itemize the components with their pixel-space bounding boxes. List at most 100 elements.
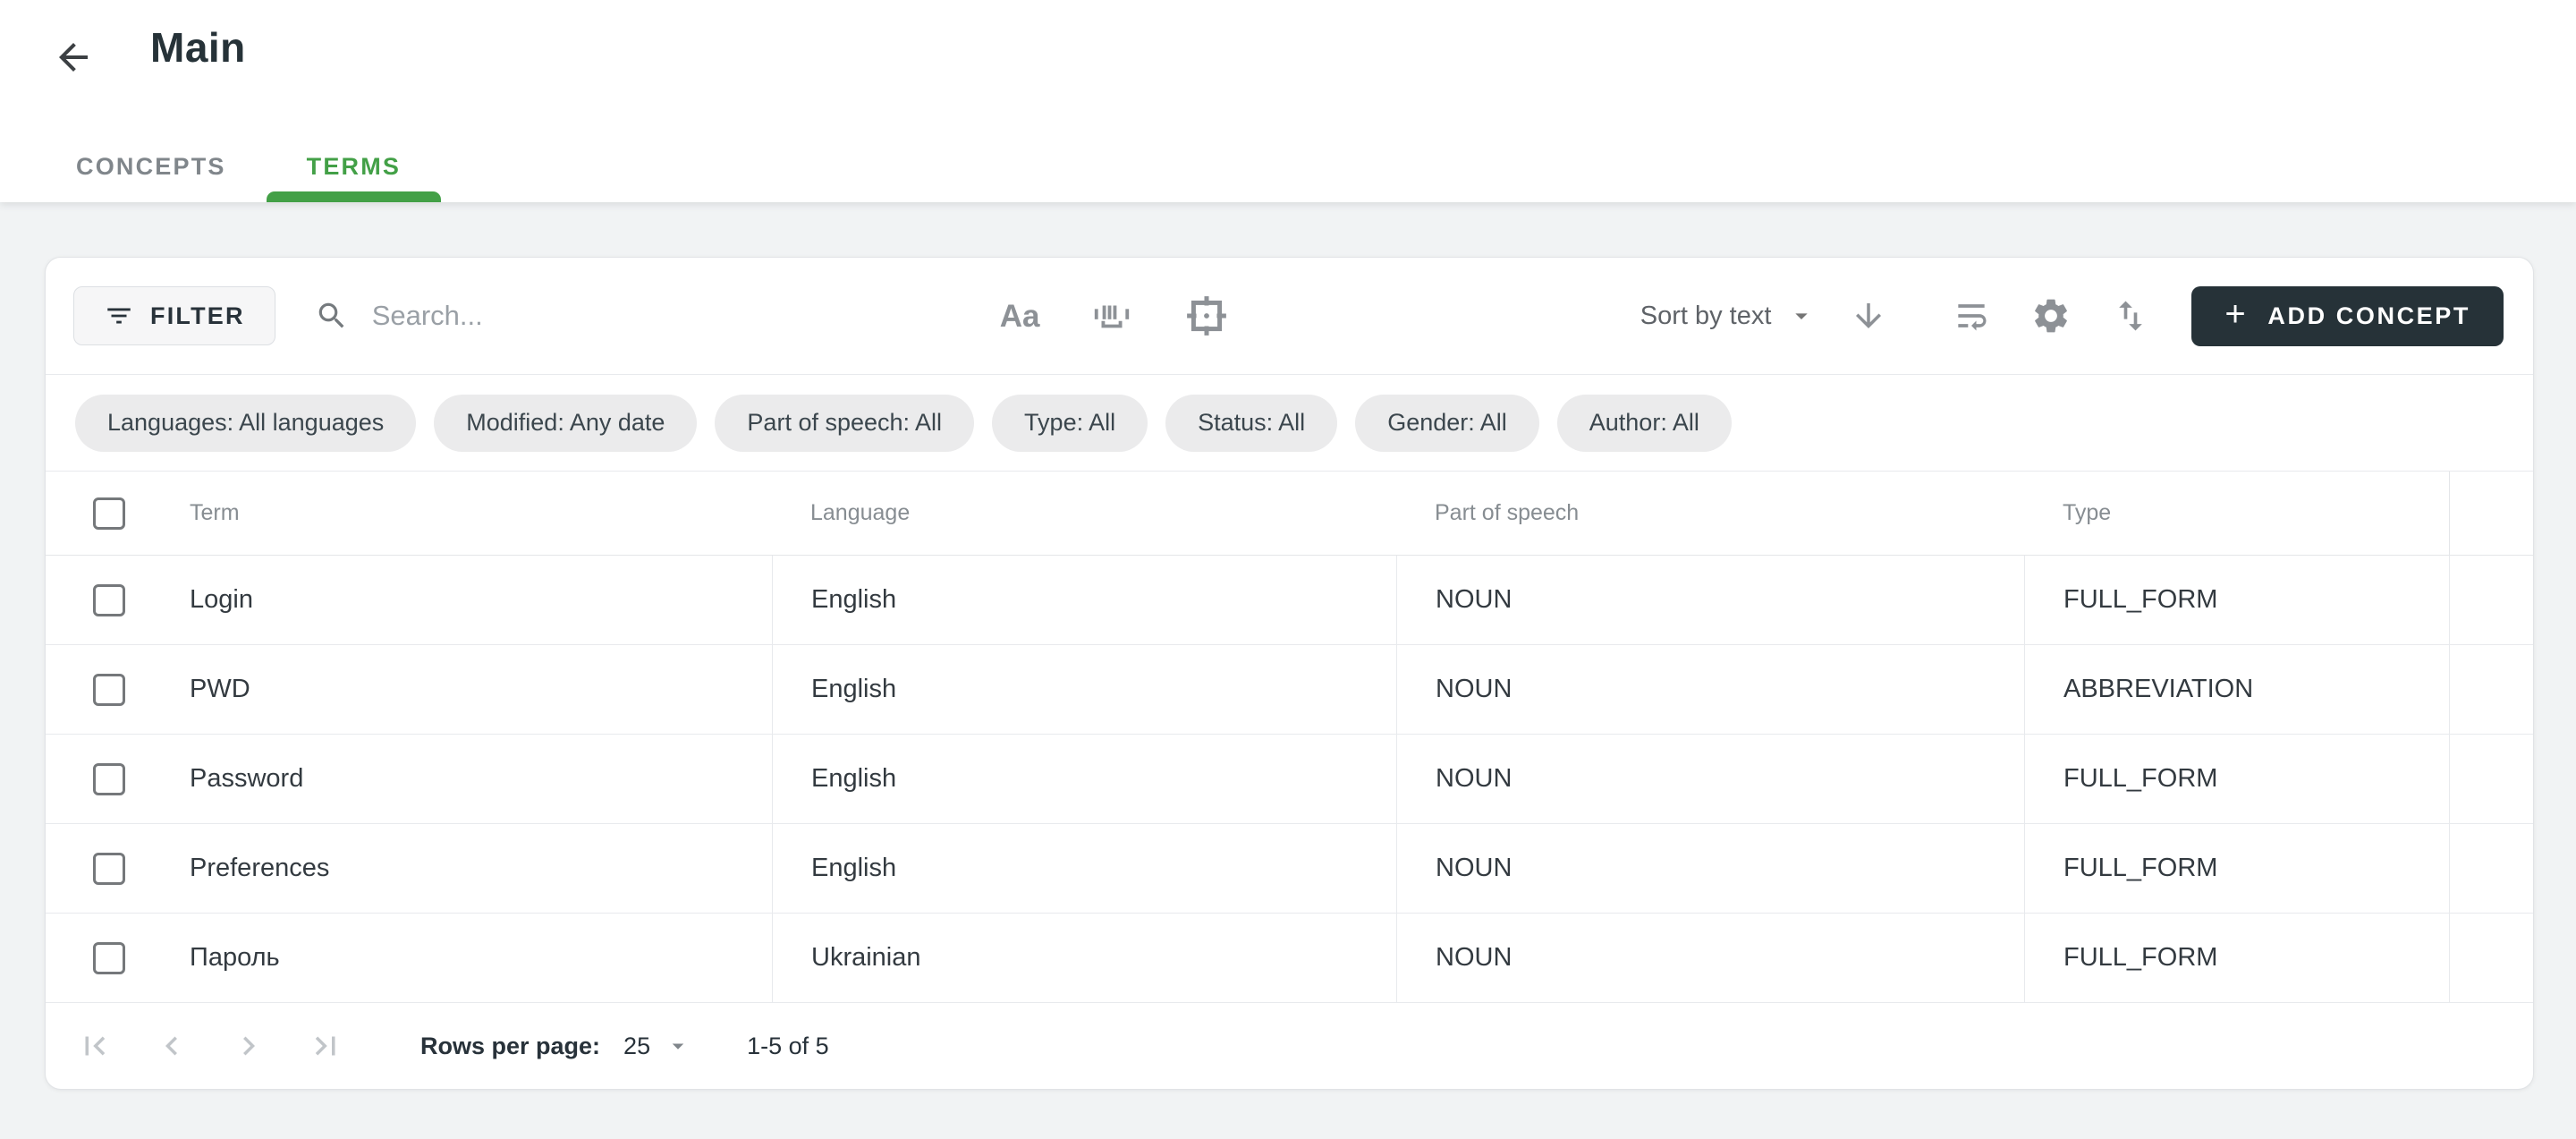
row-spacer xyxy=(2449,914,2533,1002)
plus-icon: + xyxy=(2224,296,2248,332)
prev-page-button[interactable] xyxy=(152,1026,191,1066)
chip-modified[interactable]: Modified: Any date xyxy=(434,395,697,452)
tab-bar: CONCEPTS TERMS xyxy=(36,131,441,202)
type-cell: ABBREVIATION xyxy=(2024,645,2449,734)
row-spacer xyxy=(2449,824,2533,913)
term-value: Login xyxy=(125,585,253,615)
type-cell: FULL_FORM xyxy=(2024,914,2449,1002)
term-cell: Preferences xyxy=(46,824,772,913)
row-checkbox[interactable] xyxy=(93,763,125,795)
page-title: Main xyxy=(150,23,246,72)
table-header-term-cell: Term xyxy=(46,497,772,530)
rows-per-page-value: 25 xyxy=(623,1033,650,1060)
sort-by-label: Sort by text xyxy=(1640,302,1772,331)
sort-by-dropdown[interactable]: Sort by text xyxy=(1640,302,1817,331)
column-header-type: Type xyxy=(2024,500,2449,526)
chevron-right-icon xyxy=(230,1027,267,1065)
match-case-icon[interactable]: Aa xyxy=(1000,301,1040,332)
term-value: Пароль xyxy=(125,943,280,973)
row-checkbox[interactable] xyxy=(93,853,125,885)
row-checkbox[interactable] xyxy=(93,674,125,706)
language-cell: English xyxy=(772,645,1396,734)
chip-status[interactable]: Status: All xyxy=(1165,395,1337,452)
part-of-speech-cell: NOUN xyxy=(1396,735,2024,823)
row-spacer xyxy=(2449,645,2533,734)
last-page-icon xyxy=(307,1027,344,1065)
chip-languages[interactable]: Languages: All languages xyxy=(75,395,416,452)
term-value: Preferences xyxy=(125,854,329,883)
next-page-button[interactable] xyxy=(229,1026,268,1066)
term-cell: Пароль xyxy=(46,914,772,1002)
table-row[interactable]: Пароль Ukrainian NOUN FULL_FORM xyxy=(46,914,2533,1003)
chip-gender[interactable]: Gender: All xyxy=(1355,395,1539,452)
filter-chips-row: Languages: All languages Modified: Any d… xyxy=(46,375,2533,472)
tab-concepts[interactable]: CONCEPTS xyxy=(36,131,267,202)
wrap-text-button[interactable] xyxy=(1952,296,1991,336)
table-row[interactable]: PWD English NOUN ABBREVIATION xyxy=(46,645,2533,735)
column-header-term: Term xyxy=(125,500,240,526)
arrow-left-icon xyxy=(52,36,95,79)
pagination-bar: Rows per page: 25 1-5 of 5 xyxy=(46,1003,2533,1089)
rows-per-page-select[interactable]: 25 xyxy=(623,1033,691,1060)
chevron-down-icon xyxy=(650,1033,691,1059)
language-cell: English xyxy=(772,735,1396,823)
chip-author[interactable]: Author: All xyxy=(1557,395,1732,452)
swap-vert-icon xyxy=(2111,296,2150,336)
language-cell: English xyxy=(772,556,1396,644)
back-button[interactable] xyxy=(48,32,98,82)
search-icon xyxy=(315,299,349,333)
filter-icon xyxy=(104,301,134,331)
part-of-speech-cell: NOUN xyxy=(1396,645,2024,734)
search-options: Aa xyxy=(1000,293,1230,338)
import-export-button[interactable] xyxy=(2111,296,2150,336)
type-cell: FULL_FORM xyxy=(2024,735,2449,823)
term-cell: PWD xyxy=(46,645,772,734)
column-header-part-of-speech: Part of speech xyxy=(1396,500,2024,526)
sort-direction-button[interactable] xyxy=(1850,297,1887,335)
toolbar-right: Sort by text xyxy=(1640,286,2504,346)
toolbar: FILTER Aa xyxy=(46,258,2533,375)
table-header-spacer xyxy=(2449,472,2533,555)
chevron-down-icon xyxy=(1771,302,1816,330)
term-cell: Login xyxy=(46,556,772,644)
table-row[interactable]: Preferences English NOUN FULL_FORM xyxy=(46,824,2533,914)
term-value: Password xyxy=(125,764,303,794)
search-box xyxy=(315,299,1000,333)
tab-terms-label: TERMS xyxy=(307,153,402,181)
rows-per-page-label: Rows per page: xyxy=(420,1033,600,1060)
table-row[interactable]: Password English NOUN FULL_FORM xyxy=(46,735,2533,824)
top-header: Main CONCEPTS TERMS xyxy=(0,0,2576,202)
table-row[interactable]: Login English NOUN FULL_FORM xyxy=(46,556,2533,645)
settings-button[interactable] xyxy=(2030,295,2072,336)
row-checkbox[interactable] xyxy=(93,942,125,974)
part-of-speech-cell: NOUN xyxy=(1396,914,2024,1002)
part-of-speech-cell: NOUN xyxy=(1396,556,2024,644)
wrap-text-icon xyxy=(1952,296,1991,336)
gear-icon xyxy=(2030,295,2072,336)
first-page-button[interactable] xyxy=(75,1026,114,1066)
search-input[interactable] xyxy=(370,299,1000,333)
row-spacer xyxy=(2449,556,2533,644)
last-page-button[interactable] xyxy=(306,1026,345,1066)
term-cell: Password xyxy=(46,735,772,823)
arrow-down-icon xyxy=(1850,297,1887,335)
row-checkbox[interactable] xyxy=(93,584,125,616)
chip-type[interactable]: Type: All xyxy=(992,395,1148,452)
viewfinder-icon[interactable] xyxy=(1184,293,1229,338)
first-page-icon xyxy=(76,1027,114,1065)
column-header-language: Language xyxy=(772,500,1396,526)
terms-card: FILTER Aa xyxy=(45,257,2534,1090)
add-concept-button[interactable]: + ADD CONCEPT xyxy=(2191,286,2504,346)
language-cell: Ukrainian xyxy=(772,914,1396,1002)
filter-button[interactable]: FILTER xyxy=(73,286,275,345)
page-range-label: 1-5 of 5 xyxy=(747,1033,829,1060)
terminology-page: Main CONCEPTS TERMS FILTER xyxy=(0,0,2576,1139)
tab-terms[interactable]: TERMS xyxy=(267,131,442,202)
chip-part-of-speech[interactable]: Part of speech: All xyxy=(715,395,974,452)
table-body: Login English NOUN FULL_FORM PWD English… xyxy=(46,556,2533,1003)
chevron-left-icon xyxy=(153,1027,191,1065)
row-spacer xyxy=(2449,735,2533,823)
select-all-checkbox[interactable] xyxy=(93,497,125,530)
part-of-speech-cell: NOUN xyxy=(1396,824,2024,913)
whole-word-icon[interactable] xyxy=(1091,295,1132,336)
